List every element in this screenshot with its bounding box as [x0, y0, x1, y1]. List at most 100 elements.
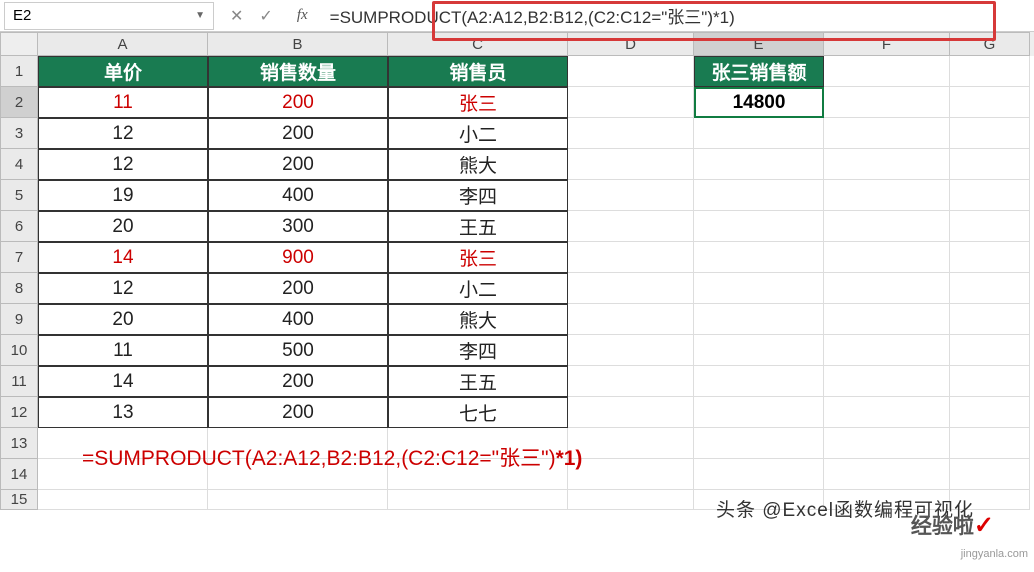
cell-E10[interactable] — [694, 335, 824, 366]
cell-quantity[interactable]: 200 — [208, 87, 388, 118]
cell-G10[interactable] — [950, 335, 1030, 366]
col-header-F[interactable]: F — [824, 32, 950, 56]
cell-G9[interactable] — [950, 304, 1030, 335]
header-price[interactable]: 单价 — [38, 56, 208, 87]
cell-salesperson[interactable]: 熊大 — [388, 149, 568, 180]
cell-G3[interactable] — [950, 118, 1030, 149]
cell-D15[interactable] — [568, 490, 694, 510]
cell-D7[interactable] — [568, 242, 694, 273]
cell-D14[interactable] — [568, 459, 694, 490]
cell-quantity[interactable]: 200 — [208, 366, 388, 397]
cell-salesperson[interactable]: 熊大 — [388, 304, 568, 335]
cell-F6[interactable] — [824, 211, 950, 242]
row-header-13[interactable]: 13 — [0, 428, 38, 459]
cell-quantity[interactable]: 500 — [208, 335, 388, 366]
cell-E13[interactable] — [694, 428, 824, 459]
cell-C15[interactable] — [388, 490, 568, 510]
cell-E6[interactable] — [694, 211, 824, 242]
cell-G4[interactable] — [950, 149, 1030, 180]
cell-G5[interactable] — [950, 180, 1030, 211]
cell-quantity[interactable]: 400 — [208, 304, 388, 335]
cell-quantity[interactable]: 200 — [208, 149, 388, 180]
cell-G14[interactable] — [950, 459, 1030, 490]
fx-icon[interactable]: fx — [297, 7, 308, 24]
cell-salesperson[interactable]: 小二 — [388, 118, 568, 149]
row-header-7[interactable]: 7 — [0, 242, 38, 273]
cell-F13[interactable] — [824, 428, 950, 459]
row-header-14[interactable]: 14 — [0, 459, 38, 490]
row-header-3[interactable]: 3 — [0, 118, 38, 149]
cell-D10[interactable] — [568, 335, 694, 366]
cell-quantity[interactable]: 200 — [208, 118, 388, 149]
row-header-15[interactable]: 15 — [0, 490, 38, 510]
cell-F11[interactable] — [824, 366, 950, 397]
cell-salesperson[interactable]: 王五 — [388, 211, 568, 242]
cell-salesperson[interactable]: 李四 — [388, 180, 568, 211]
cell-E12[interactable] — [694, 397, 824, 428]
cell-D5[interactable] — [568, 180, 694, 211]
col-header-G[interactable]: G — [950, 32, 1030, 56]
cell-D1[interactable] — [568, 56, 694, 87]
cell-G6[interactable] — [950, 211, 1030, 242]
cell-price[interactable]: 14 — [38, 366, 208, 397]
cell-D13[interactable] — [568, 428, 694, 459]
row-header-11[interactable]: 11 — [0, 366, 38, 397]
cell-quantity[interactable]: 300 — [208, 211, 388, 242]
cell-D12[interactable] — [568, 397, 694, 428]
row-header-1[interactable]: 1 — [0, 56, 38, 87]
confirm-icon[interactable]: ✓ — [259, 6, 272, 26]
cell-D4[interactable] — [568, 149, 694, 180]
cell-D9[interactable] — [568, 304, 694, 335]
result-cell[interactable]: 14800 — [694, 87, 824, 118]
header-result[interactable]: 张三销售额 — [694, 56, 824, 87]
cell-F8[interactable] — [824, 273, 950, 304]
cell-G8[interactable] — [950, 273, 1030, 304]
cell-E7[interactable] — [694, 242, 824, 273]
header-quantity[interactable]: 销售数量 — [208, 56, 388, 87]
row-header-10[interactable]: 10 — [0, 335, 38, 366]
cell-price[interactable]: 13 — [38, 397, 208, 428]
row-header-2[interactable]: 2 — [0, 87, 38, 118]
cell-E3[interactable] — [694, 118, 824, 149]
cell-G2[interactable] — [950, 87, 1030, 118]
cell-F4[interactable] — [824, 149, 950, 180]
cell-salesperson[interactable]: 小二 — [388, 273, 568, 304]
cell-F5[interactable] — [824, 180, 950, 211]
cell-G7[interactable] — [950, 242, 1030, 273]
cell-G1[interactable] — [950, 56, 1030, 87]
cell-F12[interactable] — [824, 397, 950, 428]
row-header-5[interactable]: 5 — [0, 180, 38, 211]
cell-price[interactable]: 12 — [38, 118, 208, 149]
cell-price[interactable]: 12 — [38, 149, 208, 180]
cell-F7[interactable] — [824, 242, 950, 273]
cell-F9[interactable] — [824, 304, 950, 335]
cell-D2[interactable] — [568, 87, 694, 118]
cell-F14[interactable] — [824, 459, 950, 490]
cell-price[interactable]: 19 — [38, 180, 208, 211]
cell-A15[interactable] — [38, 490, 208, 510]
cancel-icon[interactable]: ✕ — [230, 6, 243, 26]
header-salesperson[interactable]: 销售员 — [388, 56, 568, 87]
cell-G13[interactable] — [950, 428, 1030, 459]
select-all-corner[interactable] — [0, 32, 38, 56]
cell-F10[interactable] — [824, 335, 950, 366]
cell-price[interactable]: 20 — [38, 304, 208, 335]
cell-salesperson[interactable]: 张三 — [388, 87, 568, 118]
row-header-4[interactable]: 4 — [0, 149, 38, 180]
cell-salesperson[interactable]: 七七 — [388, 397, 568, 428]
cell-salesperson[interactable]: 李四 — [388, 335, 568, 366]
cell-G11[interactable] — [950, 366, 1030, 397]
cell-salesperson[interactable]: 王五 — [388, 366, 568, 397]
cell-F2[interactable] — [824, 87, 950, 118]
cell-E9[interactable] — [694, 304, 824, 335]
cell-quantity[interactable]: 400 — [208, 180, 388, 211]
cell-E11[interactable] — [694, 366, 824, 397]
cell-E8[interactable] — [694, 273, 824, 304]
cell-G12[interactable] — [950, 397, 1030, 428]
cell-E4[interactable] — [694, 149, 824, 180]
cell-quantity[interactable]: 900 — [208, 242, 388, 273]
cell-quantity[interactable]: 200 — [208, 273, 388, 304]
formula-input[interactable]: =SUMPRODUCT(A2:A12,B2:B12,(C2:C12="张三")*… — [320, 2, 1034, 30]
cell-B15[interactable] — [208, 490, 388, 510]
col-header-C[interactable]: C — [388, 32, 568, 56]
